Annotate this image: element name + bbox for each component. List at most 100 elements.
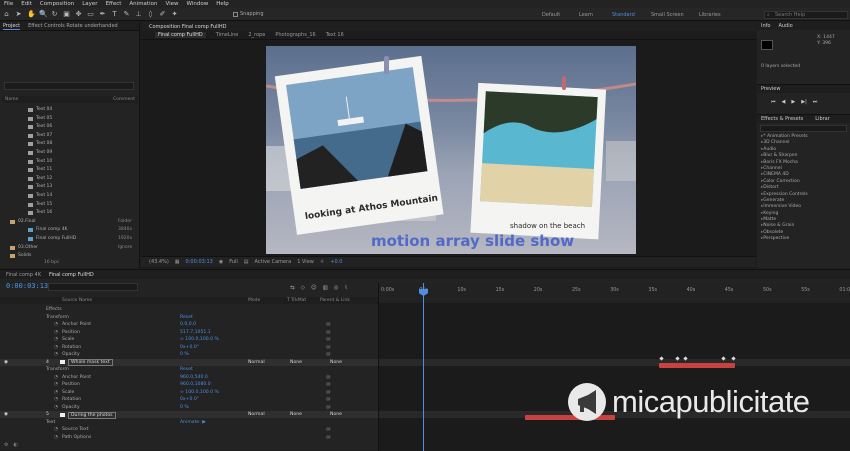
property-value[interactable]: 517.7,1051.1 [180,329,211,336]
menu-animation[interactable]: Animation [129,1,157,7]
effects-category[interactable]: Perspective [757,236,850,242]
timeline-layer-row[interactable]: ◉ 5 During the photos Normal None None [0,411,378,419]
property-value[interactable]: 0x+0.0° [180,344,199,351]
pick-whip-icon[interactable]: @ [326,351,331,358]
camera-dropdown[interactable]: Active Camera [255,259,292,265]
timeline-property-row[interactable]: Opacity 0 % ◔ @ [0,404,378,411]
timeline-track-area[interactable]: 0:00s05s10s15s20s25s30s35s40s45s50s55s01… [378,283,850,451]
visibility-eye-icon[interactable]: ◉ [4,411,8,418]
preview-label[interactable]: Preview [757,85,850,93]
shy-icon[interactable]: ☺ [311,285,317,291]
pick-whip-icon[interactable]: @ [326,321,331,328]
menu-effect[interactable]: Effect [106,1,122,7]
tab-libraries[interactable]: Librar [815,115,830,123]
stopwatch-icon[interactable]: ◔ [54,321,58,328]
exposure-value[interactable]: +0.0 [330,259,342,265]
breadcrumb-timeline[interactable]: TimeLine [216,32,239,38]
project-item[interactable]: Text 09 [2,149,138,157]
composition-canvas[interactable]: looking at Athos Mountain shadow on the … [266,46,636,254]
project-item[interactable]: Text 15 [2,201,138,209]
viewer-timecode[interactable]: 0:00:03:13 [186,259,213,265]
stopwatch-icon[interactable]: ◔ [54,351,58,358]
layer-trkmat-dropdown[interactable]: None [290,359,302,366]
col-name[interactable]: Name [5,96,18,103]
rectangle-tool-icon[interactable]: ▭ [87,10,94,18]
project-item[interactable]: Solids [2,252,138,260]
property-value[interactable]: 0 % [180,351,189,358]
project-item[interactable]: Text 08 [2,140,138,148]
roto-brush-icon[interactable]: ✐ [159,10,166,18]
home-icon[interactable]: ⌂ [3,10,10,18]
last-frame-icon[interactable]: ⏭ [813,99,818,105]
puppet-tool-icon[interactable]: ✦ [171,10,178,18]
timeline-layer-row[interactable]: ◉ 4 Whole mask text Normal None None [0,358,378,366]
property-value[interactable]: 0x+0.0° [180,396,199,403]
timeline-property-row[interactable]: Anchor Point 960.0,540.0 ◔ @ [0,374,378,381]
menu-layer[interactable]: Layer [82,1,97,7]
workspace-default[interactable]: Default [542,12,560,18]
timeline-property-row[interactable]: Rotation 0x+0.0° ◔ @ [0,396,378,403]
project-item[interactable]: 03.Other Ignore [2,244,138,252]
property-value[interactable]: 0 % [180,404,189,411]
motion-blur-icon[interactable]: ◎ [334,285,339,291]
timeline-property-row[interactable]: Opacity 0 % ◔ @ [0,351,378,358]
timeline-property-row[interactable]: Source Text ◔ @ [0,426,378,433]
property-value[interactable]: ∞ 100.0,100.0 % [180,336,219,343]
timeline-property-row[interactable]: Path Options ◔ @ [0,434,378,441]
breadcrumb-photographs[interactable]: Photographs_16 [275,32,315,38]
timeline-property-row[interactable]: Rotation 0x+0.0° ◔ @ [0,344,378,351]
timeline-search-input[interactable] [48,283,138,291]
pan-behind-tool-icon[interactable]: ✥ [75,10,82,18]
menu-window[interactable]: Window [187,1,209,7]
workspace-standard[interactable]: Standard [612,12,635,18]
timeline-timecode[interactable]: 0:00:03:13 [6,282,48,290]
pick-whip-icon[interactable]: @ [326,389,331,396]
snapshot-icon[interactable]: ◉ [219,259,223,265]
col-trkmat[interactable]: T TrkMat [287,297,306,304]
timeline-property-row[interactable]: Text Animate: ▶ [0,419,378,426]
property-value[interactable]: ∞ 100.0,100.0 % [180,389,219,396]
col-mode[interactable]: Mode [248,297,260,304]
transparency-grid-icon[interactable]: ▤ [244,259,249,265]
menu-edit[interactable]: Edit [21,1,32,7]
tab-effect-controls[interactable]: Effect Controls Rotate underhanded [28,23,118,29]
project-item[interactable]: Text 05 [2,115,138,123]
project-item[interactable]: Text 07 [2,132,138,140]
layer-mode-dropdown[interactable]: Normal [248,411,265,418]
property-value[interactable]: 960.0,1080.0 [180,381,211,388]
property-value[interactable]: Reset [180,314,193,321]
layer-trkmat-dropdown[interactable]: None [290,411,302,418]
timeline-property-row[interactable]: Scale ∞ 100.0,100.0 % ◔ @ [0,389,378,396]
selection-tool-icon[interactable]: ➤ [15,10,22,18]
tab-final-comp-4k[interactable]: Final comp 4K [6,272,41,278]
views-dropdown[interactable]: 1 View [297,259,314,265]
grid-icon[interactable]: ▦ [175,259,180,265]
pick-whip-icon[interactable]: @ [326,404,331,411]
breadcrumb-rope[interactable]: 2_rope [248,32,265,38]
project-item[interactable]: Text 11 [2,166,138,174]
timeline-property-row[interactable]: Position 517.7,1051.1 ◔ @ [0,329,378,336]
property-value[interactable]: 960.0,540.0 [180,374,208,381]
brush-tool-icon[interactable]: ✎ [123,10,130,18]
project-search-input[interactable] [4,82,134,90]
layer-name[interactable]: Whole mask text [68,359,113,366]
timeline-property-row[interactable]: Scale ∞ 100.0,100.0 % ◔ @ [0,336,378,343]
frame-blend-icon[interactable]: ▥ [323,285,328,291]
project-item[interactable]: Text 10 [2,158,138,166]
resolution-dropdown[interactable]: Full [229,259,238,265]
project-item[interactable]: Final comp 4K 3840x [2,226,138,234]
stopwatch-icon[interactable]: ◔ [54,374,58,381]
layer-mode-dropdown[interactable]: Normal [248,359,265,366]
toggle-modes-icon[interactable]: ◐ [13,442,17,448]
workspace-libraries[interactable]: Libraries [699,12,721,18]
menu-help[interactable]: Help [216,1,229,7]
stopwatch-icon[interactable]: ◔ [54,404,58,411]
pick-whip-icon[interactable]: @ [326,434,331,441]
exposure-icon[interactable]: ☼ [320,259,324,265]
breadcrumb-text16[interactable]: Text 16 [326,32,344,38]
layer-duration-bar[interactable] [659,363,735,368]
project-item[interactable]: Text 16 [2,209,138,217]
layer-parent-dropdown[interactable]: None [330,359,342,366]
timeline-property-row[interactable]: Anchor Point 0.0,0.0 ◔ @ [0,321,378,328]
pick-whip-icon[interactable]: @ [326,381,331,388]
